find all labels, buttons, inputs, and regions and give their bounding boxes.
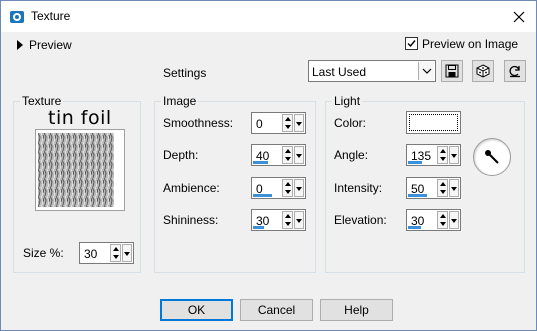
ambience-spinner[interactable]: 0 [251,177,306,199]
close-button[interactable] [501,1,536,32]
shininess-spinner[interactable]: 30 [251,209,306,231]
texture-name: tin foil [48,107,112,129]
size-dropdown-button[interactable] [122,244,132,262]
texture-group-title: Texture [20,94,64,108]
close-icon [513,11,524,22]
smoothness-label: Smoothness: [163,116,234,130]
preview-on-image-label: Preview on Image [422,37,519,51]
image-group-title: Image [161,94,199,108]
size-spinner[interactable]: 30 [79,242,134,264]
title-bar: Texture [1,1,536,32]
cancel-button-label: Cancel [257,303,296,317]
light-direction-icon [485,150,499,164]
elevation-level-bar [408,226,421,229]
randomize-button[interactable] [472,60,494,82]
elevation-spinner[interactable]: 30 [406,209,461,231]
checkbox-box [405,37,418,50]
size-label: Size %: [23,246,64,260]
light-group-title: Light [332,94,363,108]
intensity-label: Intensity: [334,181,383,195]
ok-button-label: OK [187,303,206,317]
intensity-dropdown-button[interactable] [449,179,459,197]
shininess-label: Shininess: [163,213,219,227]
smoothness-spinner[interactable]: 0 [251,112,306,134]
help-button[interactable]: Help [320,299,393,321]
angle-spinner[interactable]: 135 [406,144,461,166]
intensity-spin-arrows[interactable] [437,179,448,197]
dice-icon [476,64,490,78]
help-button-label: Help [344,303,369,317]
color-label: Color: [334,116,367,130]
preset-value: Last Used [312,65,367,79]
cancel-button[interactable]: Cancel [240,299,313,321]
ambience-dropdown-button[interactable] [294,179,304,197]
texture-preview-image [38,133,114,207]
depth-label: Depth: [163,148,199,162]
smoothness-value: 0 [256,117,263,131]
depth-dropdown-button[interactable] [294,146,304,164]
preview-on-image-checkbox[interactable]: Preview on Image [405,37,520,53]
light-color-swatch[interactable] [406,111,461,134]
shininess-level-bar [253,226,264,229]
texture-dialog: Texture Preview Preview on Image Setting… [0,0,537,331]
angle-label: Angle: [334,148,369,162]
depth-level-bar [253,161,268,164]
elevation-dropdown-button[interactable] [449,211,459,229]
elevation-label: Elevation: [334,213,387,227]
smoothness-spin-arrows[interactable] [282,114,293,132]
ambience-spin-arrows[interactable] [282,179,293,197]
reset-icon [509,65,520,78]
save-preset-button[interactable] [441,60,463,82]
shininess-spin-arrows[interactable] [282,211,293,229]
window-title: Texture [31,9,71,23]
intensity-level-bar [408,194,427,197]
depth-spin-arrows[interactable] [282,146,293,164]
depth-spinner[interactable]: 40 [251,144,306,166]
texture-swatch[interactable] [35,129,125,211]
intensity-spinner[interactable]: 50 [406,177,461,199]
preset-dropdown-button[interactable] [418,62,434,80]
save-icon [445,64,459,78]
light-color-fill [409,114,458,131]
ambience-label: Ambience: [163,181,220,195]
ambience-level-bar [253,194,272,197]
preset-dropdown[interactable]: Last Used [308,60,436,82]
ok-button[interactable]: OK [160,299,233,321]
angle-dial[interactable] [473,138,511,176]
angle-dropdown-button[interactable] [449,146,459,164]
settings-label: Settings [163,66,207,80]
chevron-down-icon [422,68,432,74]
size-spin-arrows[interactable] [110,244,121,262]
angle-spin-arrows[interactable] [437,146,448,164]
app-icon [10,11,24,23]
elevation-spin-arrows[interactable] [437,211,448,229]
checkmark-icon [407,40,416,48]
shininess-dropdown-button[interactable] [294,211,304,229]
preview-label: Preview [29,38,72,52]
reset-button[interactable] [504,60,526,82]
caret-right-icon [17,40,23,50]
preview-toggle[interactable]: Preview [15,38,85,52]
smoothness-dropdown-button[interactable] [294,114,304,132]
size-value: 30 [84,247,98,261]
angle-level-bar [408,161,422,164]
